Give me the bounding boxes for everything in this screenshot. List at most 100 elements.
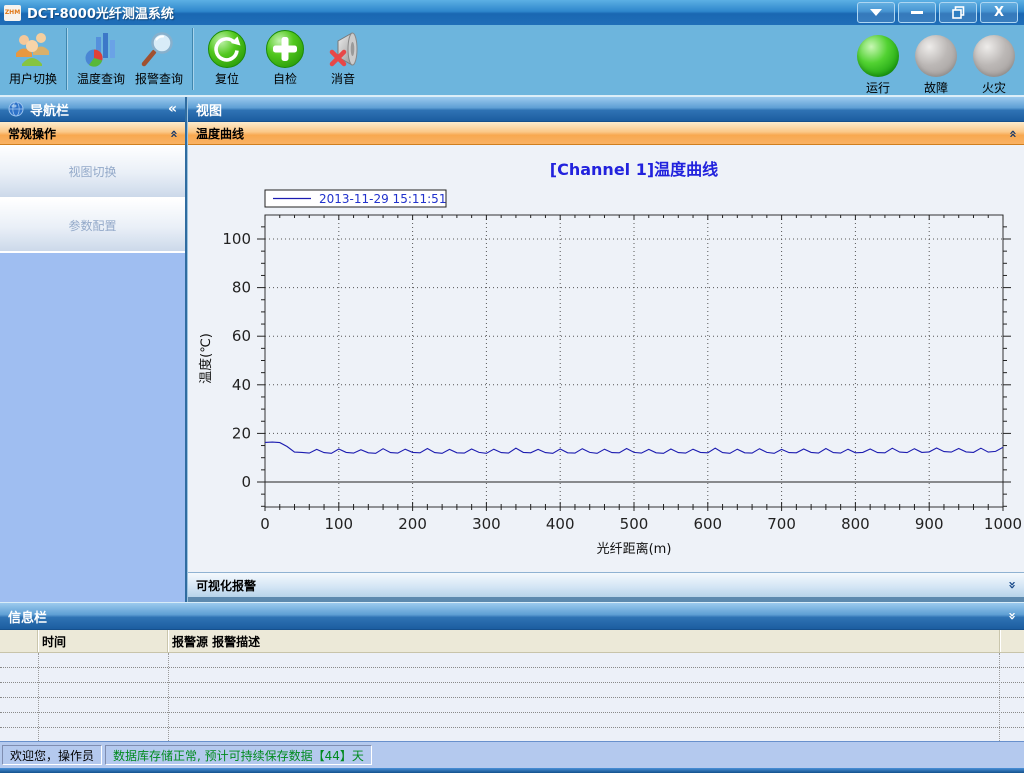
fire-indicator-icon (973, 35, 1015, 77)
chevron-down-icon[interactable]: « (1009, 609, 1016, 624)
view-panel: 视图 温度曲线 « [Channel 1]温度曲线020406080100010… (187, 97, 1024, 602)
temperature-curve-header[interactable]: 温度曲线 « (188, 122, 1024, 145)
status-bar: 欢迎您，操作员 数据库存储正常, 预计可持续保存数据【44】天 (0, 741, 1024, 768)
running-label: 运行 (866, 79, 890, 96)
alarm-table-header: 时间 报警源 报警描述 (0, 630, 1024, 653)
app-logo-icon: ZHM (4, 5, 21, 21)
user-switch-label: 用户切换 (9, 70, 57, 87)
window-bottom-edge (0, 768, 1024, 773)
table-column-divider (38, 653, 39, 741)
restore-icon (952, 6, 965, 19)
svg-text:光纤距离(m): 光纤距离(m) (597, 541, 672, 557)
fire-label: 火灾 (982, 79, 1006, 96)
mute-button[interactable]: 消音 (314, 29, 372, 87)
minimize-icon (911, 11, 923, 14)
status-light-running: 运行 (854, 35, 902, 96)
mute-label: 消音 (331, 70, 355, 87)
fault-label: 故障 (924, 79, 948, 96)
svg-text:20: 20 (232, 424, 251, 442)
view-panel-header: 视图 (188, 97, 1024, 122)
svg-text:400: 400 (546, 515, 575, 533)
running-indicator-icon (857, 35, 899, 77)
info-panel-header: 信息栏 « (0, 602, 1024, 630)
table-row (0, 668, 1024, 683)
svg-text:40: 40 (232, 376, 251, 394)
sidebar-item-view-switch[interactable]: 视图切换 (0, 145, 185, 199)
alarm-query-button[interactable]: 报警查询 (130, 29, 188, 87)
temperature-query-label: 温度查询 (77, 70, 125, 87)
svg-text:100: 100 (324, 515, 353, 533)
users-icon (12, 29, 54, 69)
magnifier-icon (138, 29, 180, 69)
svg-text:700: 700 (767, 515, 796, 533)
sidebar-header: 导航栏 « (0, 97, 185, 122)
main-toolbar: 用户切换 温度查询 (0, 25, 1024, 97)
toolbar-separator (192, 28, 194, 90)
app-window: ZHM DCT-8000光纤测温系统 X (0, 0, 1024, 767)
navigation-sidebar: 导航栏 « 常规操作 « 视图切换 参数配置 (0, 97, 187, 602)
mute-speaker-icon (322, 29, 364, 69)
temperature-curve-plot: [Channel 1]温度曲线0204060801000100200300400… (188, 145, 1024, 572)
self-test-button[interactable]: 自检 (256, 29, 314, 87)
reset-button[interactable]: 复位 (198, 29, 256, 87)
status-light-group: 运行 故障 火灾 (854, 27, 1018, 96)
chevron-up-icon: « (170, 126, 177, 141)
toolbar-separator (66, 28, 68, 90)
alarm-table-col-indicator (0, 630, 38, 652)
svg-text:500: 500 (620, 515, 649, 533)
temperature-curve-label: 温度曲线 (196, 125, 244, 142)
window-title: DCT-8000光纤测温系统 (27, 3, 174, 22)
alarm-table-col-extra (1000, 630, 1024, 652)
table-row (0, 728, 1024, 741)
reset-label: 复位 (215, 70, 239, 87)
title-bar: ZHM DCT-8000光纤测温系统 X (0, 0, 1024, 25)
close-button[interactable]: X (980, 2, 1018, 23)
reset-icon (206, 29, 248, 69)
chart-icon (80, 29, 122, 69)
common-operations-label: 常规操作 (8, 125, 56, 142)
view-panel-title: 视图 (196, 100, 222, 119)
sidebar-item-parameter-config[interactable]: 参数配置 (0, 199, 185, 253)
svg-text:[Channel 1]温度曲线: [Channel 1]温度曲线 (550, 160, 718, 179)
table-column-divider (168, 653, 169, 741)
alarm-table-body[interactable] (0, 653, 1024, 741)
svg-text:2013-11-29 15:11:51: 2013-11-29 15:11:51 (319, 192, 446, 206)
info-panel-title: 信息栏 (8, 607, 47, 626)
svg-text:200: 200 (398, 515, 427, 533)
temperature-chart: [Channel 1]温度曲线0204060801000100200300400… (188, 145, 1024, 572)
database-status: 数据库存储正常, 预计可持续保存数据【44】天 (105, 745, 372, 765)
svg-text:温度(℃): 温度(℃) (198, 333, 214, 384)
restore-button[interactable] (939, 2, 977, 23)
sidebar-collapse-icon[interactable]: « (168, 101, 177, 117)
svg-text:300: 300 (472, 515, 501, 533)
window-controls: X (857, 2, 1020, 23)
common-operations-header[interactable]: 常规操作 « (0, 122, 185, 145)
sidebar-filler (0, 253, 185, 602)
minimize-button[interactable] (898, 2, 936, 23)
table-row (0, 698, 1024, 713)
svg-text:100: 100 (222, 230, 251, 248)
status-light-fault: 故障 (912, 35, 960, 96)
alarm-query-label: 报警查询 (135, 70, 183, 87)
welcome-status: 欢迎您，操作员 (2, 745, 102, 765)
table-column-divider (999, 653, 1000, 741)
table-row (0, 713, 1024, 728)
svg-text:80: 80 (232, 279, 251, 297)
chevron-up-icon: « (1009, 126, 1016, 141)
self-test-plus-icon (264, 29, 306, 69)
alarm-table-col-source-description: 报警源 报警描述 (168, 630, 1000, 652)
temperature-query-button[interactable]: 温度查询 (72, 29, 130, 87)
chevron-down-icon: « (1009, 578, 1016, 593)
visual-alarm-label: 可视化报警 (196, 577, 256, 594)
svg-text:800: 800 (841, 515, 870, 533)
alarm-table-col-time: 时间 (38, 630, 168, 652)
svg-text:60: 60 (232, 327, 251, 345)
menu-dropdown-button[interactable] (857, 2, 895, 23)
globe-icon (8, 101, 24, 117)
self-test-label: 自检 (273, 70, 297, 87)
svg-text:0: 0 (241, 473, 251, 491)
user-switch-button[interactable]: 用户切换 (4, 29, 62, 87)
visual-alarm-bar[interactable]: 可视化报警 « (188, 572, 1024, 598)
status-light-fire: 火灾 (970, 35, 1018, 96)
svg-text:900: 900 (915, 515, 944, 533)
